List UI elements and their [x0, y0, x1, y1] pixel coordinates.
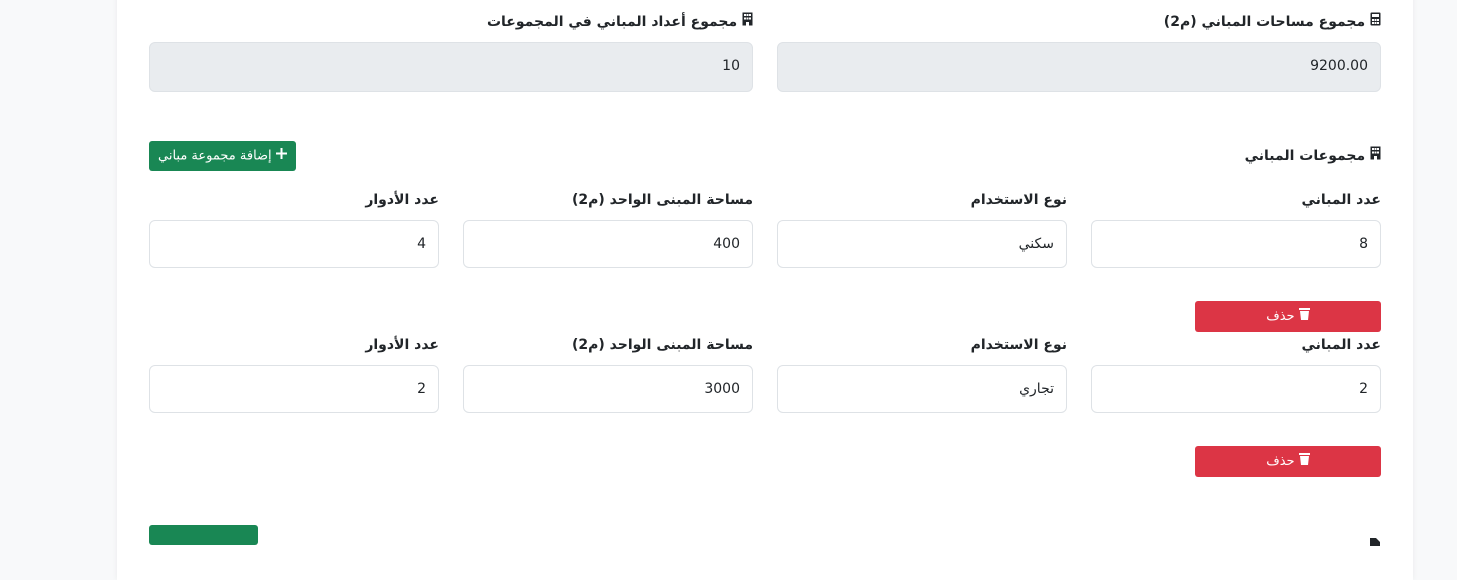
add-building-group-button[interactable]: إضافة مجموعة مباني: [149, 141, 296, 171]
building-icon: [1370, 146, 1381, 166]
group-1-unit-area-input[interactable]: 400: [463, 220, 753, 268]
total-count-field[interactable]: 10: [149, 42, 753, 92]
group-2-floors-label: عدد الأدوار: [365, 337, 439, 353]
file-icon: [1370, 531, 1380, 546]
group-1-unit-area-label: مساحة المبنى الواحد (م2): [571, 192, 753, 208]
total-area-label: مجموع مساحات المباني (م2): [1164, 12, 1381, 32]
group-2-count-input[interactable]: 2: [1091, 365, 1381, 413]
calculator-icon: [1370, 12, 1381, 32]
group-2-count-label: عدد المباني: [1301, 337, 1381, 353]
group-1-floors-label: عدد الأدوار: [365, 192, 439, 208]
groups-section-title: مجموعات المباني: [1245, 146, 1381, 166]
group-1-count-label: عدد المباني: [1301, 192, 1381, 208]
group-2-delete-button[interactable]: حذف: [1195, 446, 1381, 477]
plus-icon: [275, 141, 287, 171]
next-section-button[interactable]: [149, 525, 258, 545]
group-2-usage-label: نوع الاستخدام: [970, 337, 1067, 353]
total-count-label: مجموع أعداد المباني في المجموعات: [487, 12, 753, 32]
trash-icon: [1298, 301, 1310, 332]
group-2-unit-area-label: مساحة المبنى الواحد (م2): [571, 337, 753, 353]
total-area-field[interactable]: 9200.00: [777, 42, 1381, 92]
group-1-delete-button[interactable]: حذف: [1195, 301, 1381, 332]
group-2-usage-input[interactable]: تجاري: [777, 365, 1067, 413]
group-1-usage-label: نوع الاستخدام: [970, 192, 1067, 208]
trash-icon: [1298, 446, 1310, 477]
group-2-floors-input[interactable]: 2: [149, 365, 439, 413]
group-1-floors-input[interactable]: 4: [149, 220, 439, 268]
building-icon: [742, 12, 753, 32]
group-2-unit-area-input[interactable]: 3000: [463, 365, 753, 413]
group-1-count-input[interactable]: 8: [1091, 220, 1381, 268]
group-1-usage-input[interactable]: سكني: [777, 220, 1067, 268]
